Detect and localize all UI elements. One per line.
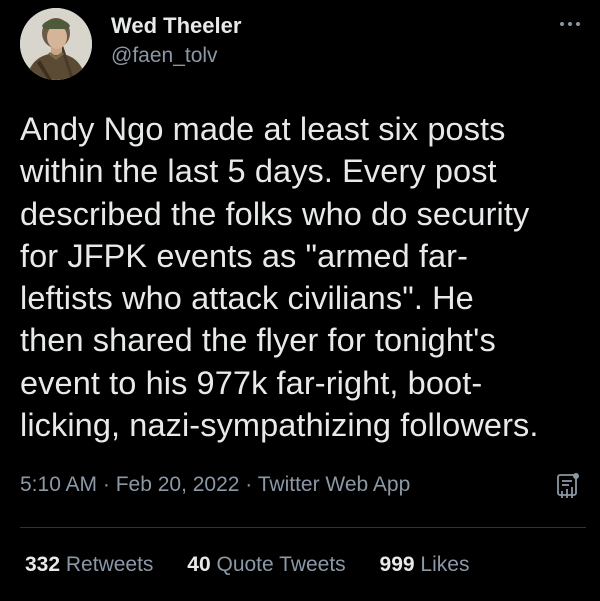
retweets-stat[interactable]: 332 Retweets (25, 553, 153, 577)
retweets-count: 332 (25, 553, 61, 576)
analytics-icon[interactable] (555, 472, 581, 500)
likes-stat[interactable]: 999 Likes (380, 553, 470, 577)
divider (20, 527, 586, 528)
quote-tweets-label: Quote Tweets (216, 553, 346, 576)
tweet-text-line: licking, nazi-sympathizing followers. (20, 407, 539, 444)
tweet-text: Andy Ngo made at least six posts within … (20, 108, 585, 446)
engagement-stats: 332 Retweets 40 Quote Tweets 999 Likes (25, 553, 497, 577)
tweet-timestamp[interactable]: 5:10 AM · Feb 20, 2022 · Twitter Web App (20, 473, 410, 497)
tweet-text-line: within the last 5 days. Every post (20, 153, 497, 190)
tweet-text-line: for JFPK events as "armed far- (20, 237, 469, 274)
tweet-text-line: then shared the flyer for tonight's (20, 322, 496, 359)
tweet-detail: Wed Theeler @faen_tolv Andy Ngo made at … (0, 0, 600, 601)
display-name[interactable]: Wed Theeler (111, 13, 241, 39)
avatar-image (20, 8, 92, 80)
tweet-text-line: described the folks who do security (20, 195, 530, 232)
likes-count: 999 (379, 553, 415, 576)
tweet-text-line: Andy Ngo made at least six posts (20, 111, 506, 147)
analytics-icon-glyph (557, 473, 579, 498)
user-handle[interactable]: @faen_tolv (111, 44, 218, 68)
quote-tweets-stat[interactable]: 40 Quote Tweets (187, 553, 345, 577)
more-horizontal-icon[interactable] (555, 14, 585, 32)
tweet-text-line: leftists who attack civilians". He (20, 280, 474, 317)
quote-tweets-count: 40 (187, 553, 211, 576)
tweet-text-line: event to his 977k far-right, boot- (20, 364, 483, 401)
avatar[interactable] (20, 8, 92, 80)
likes-label: Likes (420, 553, 470, 576)
retweets-label: Retweets (65, 553, 154, 576)
